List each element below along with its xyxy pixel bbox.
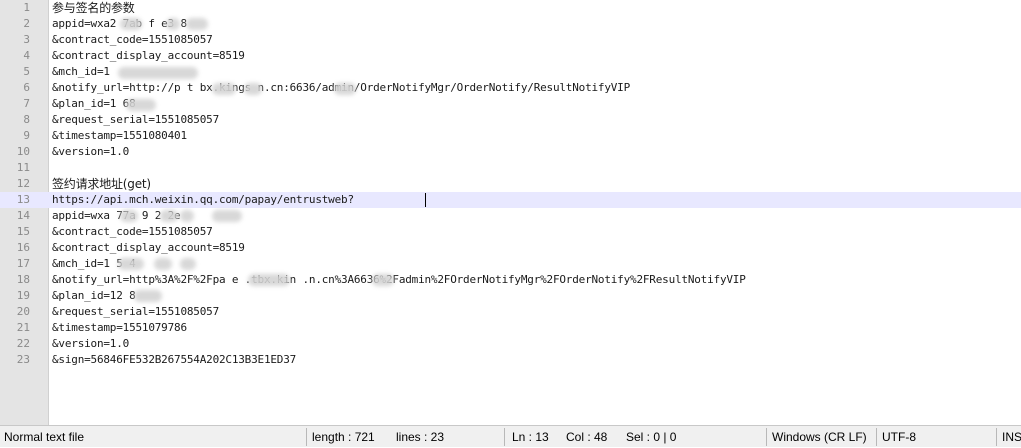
redaction-blur [118,258,144,270]
status-divider [306,428,307,446]
line-number: 22 [16,337,30,350]
editor-line[interactable]: 16 &contract_display_account=8519 [0,240,1021,256]
editor-line[interactable]: 13 https://api.mch.weixin.qq.com/papay/en… [0,192,1021,208]
editor-line[interactable]: 15 &contract_code=1551085057 [0,224,1021,240]
line-text[interactable]: &notify_url=http%3A%2F%2Fpa e .tbx.kin .… [52,272,746,288]
line-text[interactable]: &contract_code=1551085057 [52,224,213,240]
line-number: 20 [16,305,30,318]
line-number: 23 [16,353,30,366]
line-text[interactable]: &plan_id=12 8 [52,288,136,304]
line-number: 14 [16,209,30,222]
editor-line[interactable]: 3 &contract_code=1551085057 [0,32,1021,48]
line-number: 1 [23,1,30,14]
line-text[interactable]: &plan_id=1 68 [52,96,136,112]
line-number: 10 [16,145,30,158]
line-number: 12 [16,177,30,190]
editor-line[interactable]: 4 &contract_display_account=8519 [0,48,1021,64]
line-number: 7 [23,97,30,110]
editor-line[interactable]: 11 [0,160,1021,176]
line-number: 11 [16,161,30,174]
editor-line[interactable]: 18 &notify_url=http%3A%2F%2Fpa e .tbx.kin… [0,272,1021,288]
line-number: 8 [23,113,30,126]
status-length: length : 721 [312,430,375,444]
line-number: 13 [16,193,30,206]
redaction-blur [134,290,162,302]
line-text[interactable]: &version=1.0 [52,336,129,352]
editor-line[interactable]: 22 &version=1.0 [0,336,1021,352]
line-text[interactable]: &version=1.0 [52,144,129,160]
redaction-blur [166,18,180,30]
status-selection: Sel : 0 | 0 [626,430,677,444]
line-number: 19 [16,289,30,302]
line-number: 17 [16,257,30,270]
redaction-blur [244,83,262,95]
line-text[interactable]: https://api.mch.weixin.qq.com/papay/entr… [52,192,354,208]
line-text[interactable]: &contract_display_account=8519 [52,48,245,64]
redaction-blur [186,18,208,30]
editor-line[interactable]: 6&notify_url=http://p t bx.kings n.cn:66… [0,80,1021,96]
redaction-blur [334,83,356,95]
status-divider [876,428,877,446]
redaction-blur [180,210,194,222]
line-number: 16 [16,241,30,254]
redaction-blur [372,274,394,286]
redaction-blur [154,258,172,270]
redaction-blur [118,67,198,79]
line-text[interactable]: &contract_display_account=8519 [52,240,245,256]
status-lines: lines : 23 [396,430,445,444]
status-column: Col : 48 [566,430,608,444]
status-eol-format[interactable]: Windows (CR LF) [768,426,876,447]
redaction-blur [120,18,142,30]
redaction-blur [212,210,242,222]
editor-line[interactable]: 23 &sign=56846FE532B267554A202C13B3E1ED37 [0,352,1021,368]
line-number: 4 [23,49,30,62]
line-number: 5 [23,65,30,78]
editor-line[interactable]: 9 &timestamp=1551080401 [0,128,1021,144]
line-number: 15 [16,225,30,238]
line-text[interactable]: 参与签名的参数 [52,0,135,16]
status-divider [996,428,997,446]
editor-line[interactable]: 10 &version=1.0 [0,144,1021,160]
editor-line[interactable]: 20 &request_serial=1551085057 [0,304,1021,320]
text-editor[interactable]: 1 参与签名的参数2appid=wxa2 7ab f e3 83&contract… [0,0,1021,425]
line-number: 9 [23,129,30,142]
redaction-blur [212,83,236,95]
editor-line[interactable]: 2appid=wxa2 7ab f e3 8 [0,16,1021,32]
redaction-blur [126,99,156,111]
status-bar: Normal text file length : 721 lines : 23… [0,425,1021,447]
text-caret [425,193,426,207]
editor-line[interactable]: 8 &request_serial=1551085057 [0,112,1021,128]
line-text[interactable]: &timestamp=1551080401 [52,128,187,144]
line-text[interactable]: &request_serial=1551085057 [52,304,219,320]
status-file-type: Normal text file [4,430,85,444]
line-number: 18 [16,273,30,286]
line-number: 2 [23,17,30,30]
redaction-blur [248,274,290,286]
line-text[interactable]: 签约请求地址(get) [52,176,151,192]
editor-line[interactable]: 21 &timestamp=1551079786 [0,320,1021,336]
editor-line[interactable]: 1 参与签名的参数 [0,0,1021,16]
editor-line[interactable]: 12 签约请求地址(get) [0,176,1021,192]
redaction-blur [120,210,138,222]
line-text[interactable]: &mch_id=1 [52,64,110,80]
line-number: 3 [23,33,30,46]
editor-line[interactable]: 14 appid=wxa 77a 9 2 2e [0,208,1021,224]
redaction-blur [180,258,196,270]
status-divider [766,428,767,446]
line-number: 6 [23,81,30,94]
line-text[interactable]: &sign=56846FE532B267554A202C13B3E1ED37 [52,352,296,368]
status-divider [504,428,505,446]
status-encoding[interactable]: UTF-8 [878,426,996,447]
redaction-blur [160,210,178,222]
line-text[interactable]: &contract_code=1551085057 [52,32,213,48]
line-number: 21 [16,321,30,334]
status-insert-mode[interactable]: INS [998,426,1021,447]
line-text[interactable]: &request_serial=1551085057 [52,112,219,128]
status-line-number: Ln : 13 [512,430,549,444]
line-text[interactable]: &timestamp=1551079786 [52,320,187,336]
